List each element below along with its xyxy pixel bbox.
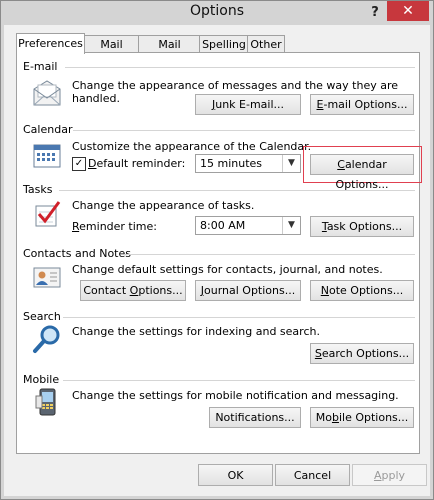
tasks-section-divider [59, 190, 415, 191]
task-checkmark-icon [35, 201, 61, 227]
options-dialog: Options ? ✕ Preferences Mail Setup Mail … [0, 0, 434, 500]
contact-options-button[interactable]: Contact Options... [80, 280, 186, 301]
contacts-section-label: Contacts and Notes [23, 247, 131, 260]
chevron-down-icon: ▼ [282, 217, 300, 234]
tasks-description: Change the appearance of tasks. [72, 199, 255, 212]
junk-email-button[interactable]: Junk E-mail... [195, 94, 301, 115]
email-section-label: E-mail [23, 60, 58, 73]
calendar-options-button[interactable]: Calendar Options... [310, 154, 414, 191]
task-reminder-label: Reminder time: [72, 220, 157, 233]
note-options-button[interactable]: Note Options... [310, 280, 414, 301]
calendar-section-label: Calendar [23, 123, 73, 136]
default-reminder-checkbox[interactable]: ✓ [72, 157, 86, 171]
title-bar: Options ? ✕ [1, 1, 433, 25]
email-options-button[interactable]: E-mail Options... [310, 94, 414, 115]
mobile-options-button[interactable]: Mobile Options... [310, 407, 414, 428]
search-section-divider [63, 317, 415, 318]
ok-button[interactable]: OK [198, 464, 273, 486]
contacts-section-divider [125, 254, 415, 255]
tab-other[interactable]: Other [247, 35, 285, 53]
mail-envelope-icon [33, 80, 61, 106]
tab-mail-setup[interactable]: Mail Setup [83, 35, 140, 68]
mobile-device-icon [35, 388, 56, 416]
help-button[interactable]: ? [365, 4, 385, 22]
preferences-panel: E-mail Change the appearance of messages… [16, 52, 422, 454]
tasks-section-label: Tasks [23, 183, 53, 196]
search-section-label: Search [23, 310, 61, 323]
calendar-description: Customize the appearance of the Calendar… [72, 140, 312, 153]
calendar-icon [33, 144, 61, 168]
chevron-down-icon: ▼ [282, 155, 300, 172]
cancel-button[interactable]: Cancel [275, 464, 350, 486]
tab-mail-format[interactable]: Mail Format [138, 35, 201, 68]
task-options-button[interactable]: Task Options... [310, 216, 414, 237]
calendar-section-divider [73, 130, 415, 131]
search-magnifier-icon [33, 325, 60, 353]
apply-button[interactable]: Apply [352, 464, 427, 486]
email-section-divider [65, 67, 415, 68]
journal-options-button[interactable]: Journal Options... [195, 280, 301, 301]
mobile-description: Change the settings for mobile notificat… [72, 389, 399, 402]
tab-spelling[interactable]: Spelling [199, 35, 249, 53]
notifications-button[interactable]: Notifications... [209, 407, 301, 428]
dialog-client: Preferences Mail Setup Mail Format Spell… [4, 25, 430, 496]
default-reminder-select[interactable]: 15 minutes ▼ [195, 154, 301, 173]
contacts-description: Change default settings for contacts, jo… [72, 263, 383, 276]
search-options-button[interactable]: Search Options... [310, 343, 414, 364]
tab-preferences[interactable]: Preferences [16, 33, 85, 54]
mobile-section-label: Mobile [23, 373, 60, 386]
default-reminder-label: Default reminder: [88, 157, 186, 170]
close-button[interactable]: ✕ [387, 1, 429, 21]
contact-card-icon [33, 267, 61, 288]
task-reminder-select[interactable]: 8:00 AM ▼ [195, 216, 301, 235]
search-description: Change the settings for indexing and sea… [72, 325, 320, 338]
mobile-section-divider [63, 380, 415, 381]
